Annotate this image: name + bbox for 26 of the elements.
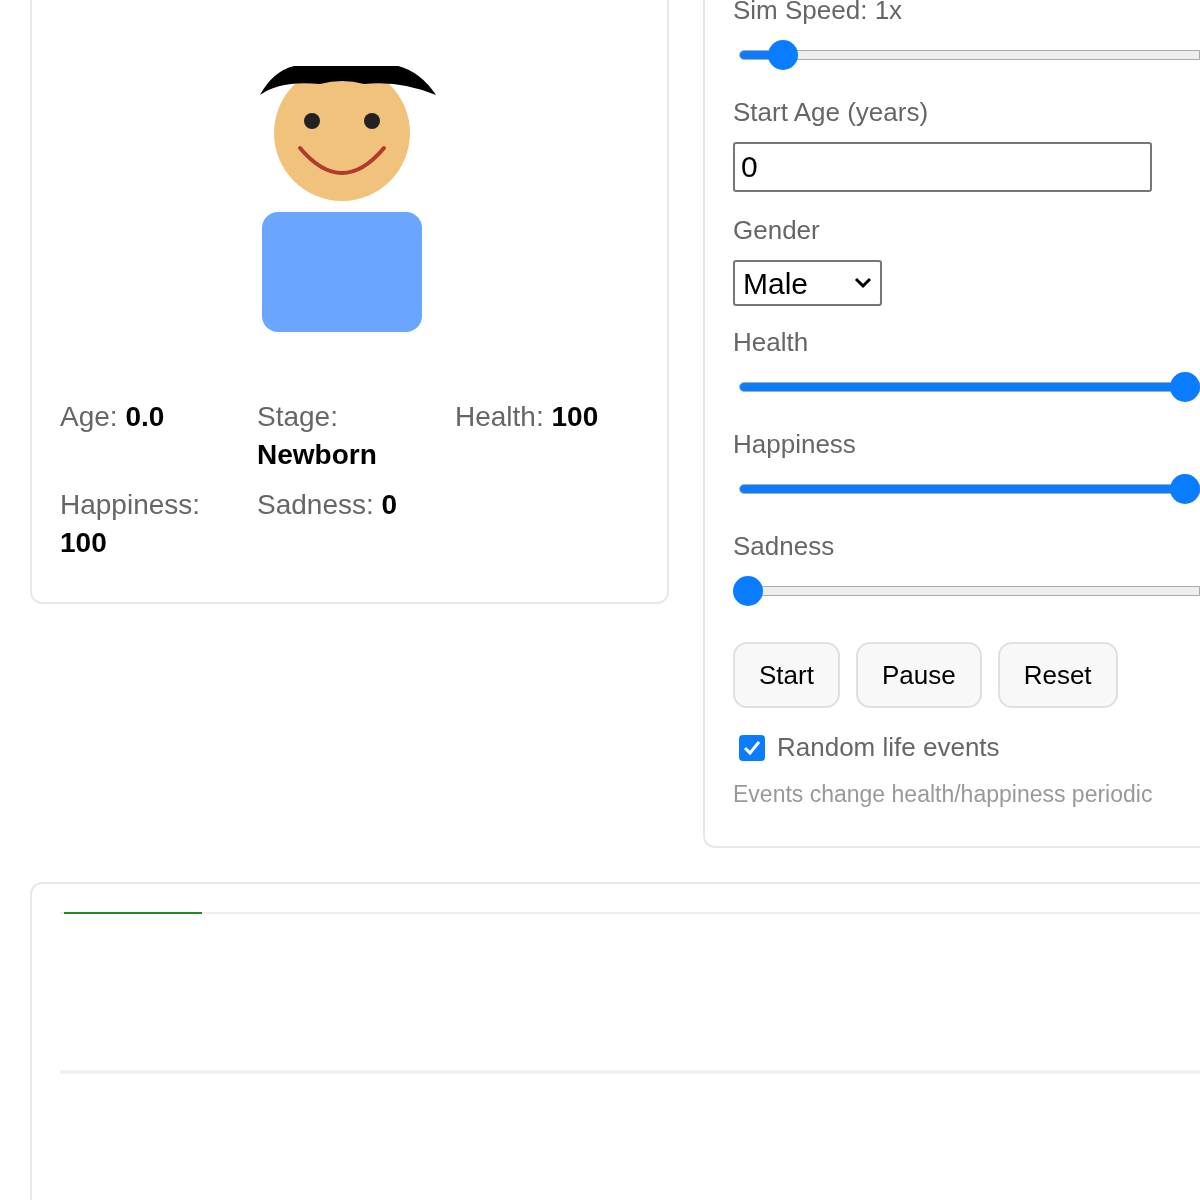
stat-text: Happiness: 100	[60, 488, 202, 560]
hint-text: Events change health/happiness periodic	[733, 780, 1154, 809]
chevron-down-icon	[854, 277, 872, 289]
field-label: Happiness	[733, 428, 857, 461]
field-label: Start Age (years)	[733, 96, 930, 129]
action-button[interactable]: Start	[733, 642, 840, 708]
gender-select[interactable]: Male	[733, 260, 882, 306]
field-label: Health	[733, 326, 810, 359]
slider-thumb[interactable]	[733, 576, 763, 606]
action-button[interactable]: Pause	[855, 642, 982, 708]
stat-text: Health: 100	[455, 400, 600, 434]
checkbox[interactable]	[739, 734, 765, 761]
field-label: Gender	[733, 214, 821, 247]
stat-text: Sadness: 0	[257, 488, 399, 522]
stat-text: Age: 0.0	[60, 400, 166, 434]
input-field[interactable]: 0	[733, 142, 1152, 192]
slider-thumb[interactable]	[1170, 372, 1200, 402]
action-button[interactable]: Reset	[997, 642, 1118, 708]
slider-thumb[interactable]	[767, 40, 798, 70]
field-label: Sadness	[733, 530, 836, 563]
stat-text: Stage: Newborn	[257, 400, 378, 472]
slider-thumb[interactable]	[1170, 474, 1200, 504]
field-label: Sim Speed: 1x	[733, 0, 904, 27]
checkmark-icon	[743, 739, 761, 756]
slider[interactable]	[733, 576, 1200, 606]
checkbox-label[interactable]: Random life events	[777, 728, 1000, 767]
